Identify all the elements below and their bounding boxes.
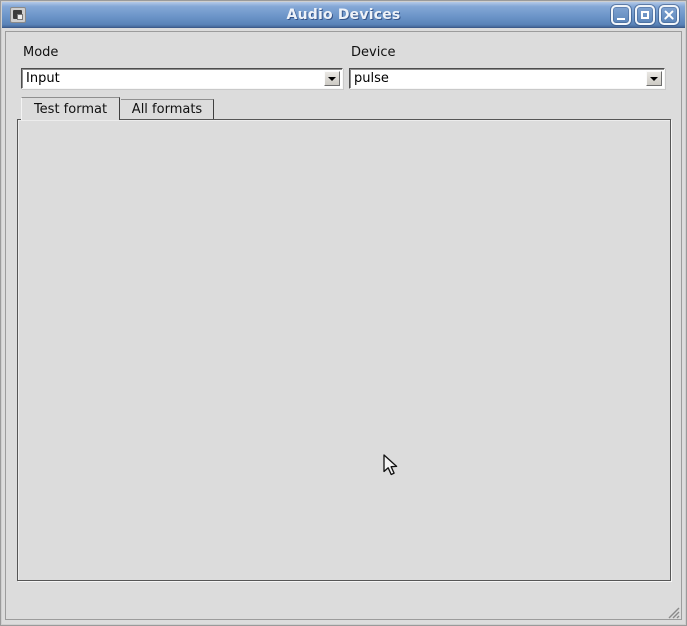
minimize-icon xyxy=(617,18,625,20)
mode-value: Input xyxy=(22,71,324,86)
tab-panel xyxy=(17,119,671,581)
device-combobox[interactable]: pulse xyxy=(349,68,665,89)
resize-grip-icon[interactable] xyxy=(666,605,680,619)
maximize-icon xyxy=(641,11,649,19)
audio-devices-window: Audio Devices Mode Input Device pulse Te… xyxy=(0,0,687,626)
tab-test-format[interactable]: Test format xyxy=(21,97,120,120)
close-button[interactable] xyxy=(659,5,679,25)
mode-label: Mode xyxy=(23,45,58,60)
chevron-down-icon[interactable] xyxy=(646,71,662,86)
tab-all-formats[interactable]: All formats xyxy=(121,99,214,119)
minimize-button[interactable] xyxy=(611,5,631,25)
titlebar-buttons xyxy=(611,5,679,25)
maximize-button[interactable] xyxy=(635,5,655,25)
window-icon xyxy=(10,7,26,23)
titlebar[interactable]: Audio Devices xyxy=(2,2,685,28)
window-title: Audio Devices xyxy=(2,7,685,23)
chevron-down-icon[interactable] xyxy=(324,71,340,86)
mode-combobox[interactable]: Input xyxy=(21,68,343,89)
device-value: pulse xyxy=(350,71,646,86)
device-label: Device xyxy=(351,45,395,60)
